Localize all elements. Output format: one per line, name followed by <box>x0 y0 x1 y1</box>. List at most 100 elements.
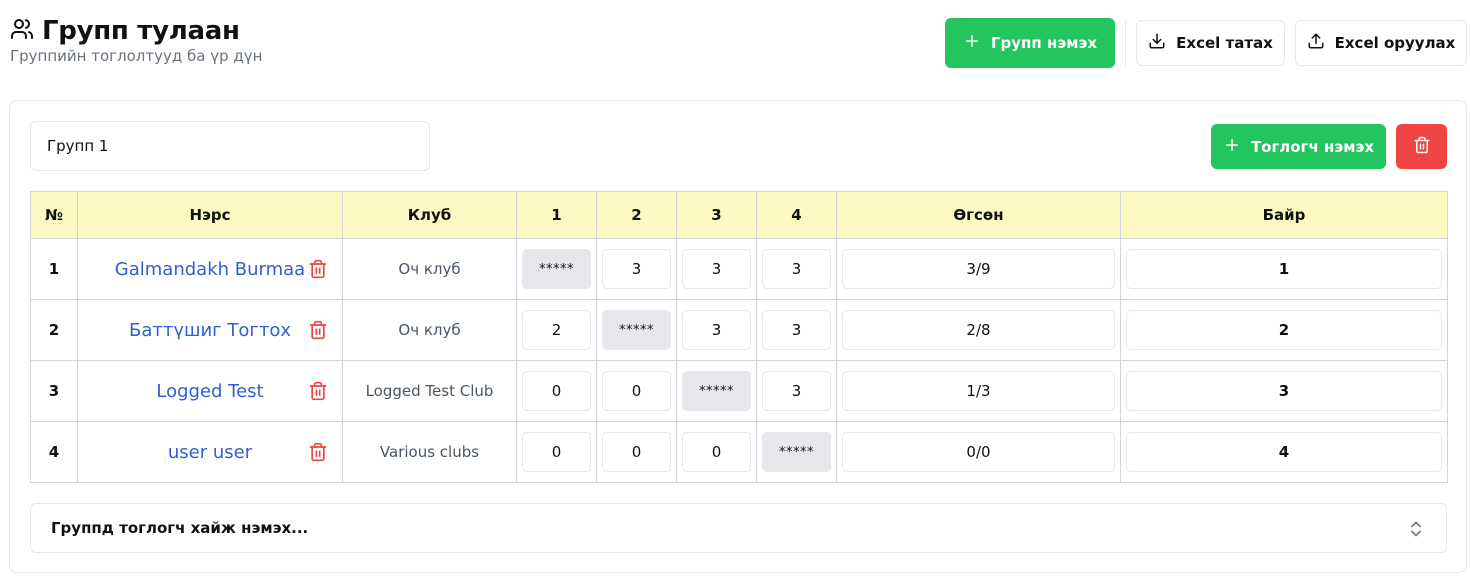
club-cell: Various clubs <box>342 421 517 483</box>
score-input[interactable]: 0 <box>522 371 591 411</box>
player-name-cell: Galmandakh Burmaa <box>77 238 343 300</box>
self-match-cell: ***** <box>682 371 751 411</box>
won-cell: 3/9 <box>836 238 1121 300</box>
add-player-button[interactable]: Тоглогч нэмэх <box>1211 124 1386 169</box>
row-number: 3 <box>30 360 78 422</box>
score-input[interactable]: 0 <box>682 432 751 472</box>
row-number: 4 <box>30 421 78 483</box>
plus-icon <box>963 32 981 54</box>
player-name-link[interactable]: Logged Test <box>156 381 263 402</box>
score-input[interactable]: 3 <box>682 310 751 350</box>
place-value: 3 <box>1126 371 1442 411</box>
add-group-button[interactable]: Групп нэмэх <box>945 18 1115 68</box>
player-name-cell: Logged Test <box>77 360 343 422</box>
table-row: 1 Galmandakh Burmaa Оч клуб ***** 3 3 3 … <box>30 238 1448 300</box>
toolbar-divider <box>1125 20 1126 66</box>
score-input[interactable]: 3 <box>602 249 671 289</box>
score-cell: 0 <box>596 360 677 422</box>
place-cell: 3 <box>1120 360 1448 422</box>
place-cell: 2 <box>1120 299 1448 361</box>
club-cell: Оч клуб <box>342 299 517 361</box>
title-block: Групп тулаан Группийн тоглолтууд ба үр д… <box>10 16 262 65</box>
group-results-table: № Нэрс Клуб 1 2 3 4 Өгсөн Байр 1 Galmand… <box>30 191 1448 483</box>
self-match-cell: ***** <box>522 249 591 289</box>
won-cell: 1/3 <box>836 360 1121 422</box>
place-value: 4 <box>1126 432 1442 472</box>
excel-import-button[interactable]: Excel оруулах <box>1295 20 1467 66</box>
trash-icon[interactable] <box>308 320 328 340</box>
score-cell: 3 <box>676 238 757 300</box>
page-header: Групп тулаан Группийн тоглолтууд ба үр д… <box>0 0 1470 90</box>
player-name-link[interactable]: Баттүшиг Тогтох <box>129 320 291 341</box>
score-cell: 3 <box>756 238 837 300</box>
table-row: 4 user user Various clubs 0 0 0 ***** 0/… <box>30 421 1448 483</box>
score-cell: 3 <box>756 360 837 422</box>
player-name-link[interactable]: Galmandakh Burmaa <box>115 259 305 280</box>
row-number: 2 <box>30 299 78 361</box>
place-value: 1 <box>1126 249 1442 289</box>
trash-icon <box>1413 136 1431 158</box>
col-header-round-3: 3 <box>676 191 757 239</box>
score-input[interactable]: 3 <box>762 310 831 350</box>
download-icon <box>1148 32 1166 54</box>
score-cell: 0 <box>516 421 597 483</box>
add-group-label: Групп нэмэх <box>990 34 1098 52</box>
trash-icon[interactable] <box>308 381 328 401</box>
score-cell: 0 <box>676 421 757 483</box>
col-header-no: № <box>30 191 78 239</box>
score-cell: ***** <box>676 360 757 422</box>
score-cell: 2 <box>516 299 597 361</box>
users-icon <box>10 17 34 46</box>
col-header-won: Өгсөн <box>836 191 1121 239</box>
player-name-cell: user user <box>77 421 343 483</box>
score-cell: 0 <box>596 421 677 483</box>
score-cell: ***** <box>756 421 837 483</box>
won-cell: 0/0 <box>836 421 1121 483</box>
score-cell: 0 <box>516 360 597 422</box>
score-input[interactable]: 3 <box>762 249 831 289</box>
add-player-label: Тоглогч нэмэх <box>1250 137 1375 156</box>
score-input[interactable]: 0 <box>602 432 671 472</box>
score-input[interactable]: 0 <box>522 432 591 472</box>
place-cell: 4 <box>1120 421 1448 483</box>
chevrons-up-down-icon <box>1411 521 1421 537</box>
delete-group-button[interactable] <box>1396 124 1447 169</box>
player-name-cell: Баттүшиг Тогтох <box>77 299 343 361</box>
place-value: 2 <box>1126 310 1442 350</box>
player-search-select[interactable]: Группд тоглогч хайж нэмэх... <box>30 503 1447 553</box>
won-value: 1/3 <box>842 371 1115 411</box>
won-cell: 2/8 <box>836 299 1121 361</box>
score-cell: 3 <box>756 299 837 361</box>
club-cell: Оч клуб <box>342 238 517 300</box>
upload-icon <box>1307 32 1325 54</box>
score-cell: 3 <box>676 299 757 361</box>
score-input[interactable]: 3 <box>762 371 831 411</box>
col-header-round-4: 4 <box>756 191 837 239</box>
excel-import-label: Excel оруулах <box>1334 34 1456 52</box>
group-card: Тоглогч нэмэх № Нэрс Клуб 1 2 3 4 Өгсөн … <box>9 100 1467 573</box>
table-row: 3 Logged Test Logged Test Club 0 0 *****… <box>30 360 1448 422</box>
player-name-link[interactable]: user user <box>168 442 252 463</box>
col-header-place: Байр <box>1120 191 1448 239</box>
won-value: 0/0 <box>842 432 1115 472</box>
col-header-name: Нэрс <box>77 191 343 239</box>
excel-export-label: Excel татах <box>1176 34 1273 52</box>
club-cell: Logged Test Club <box>342 360 517 422</box>
won-value: 3/9 <box>842 249 1115 289</box>
group-name-input[interactable] <box>30 121 430 171</box>
score-input[interactable]: 3 <box>682 249 751 289</box>
score-cell: ***** <box>516 238 597 300</box>
score-input[interactable]: 2 <box>522 310 591 350</box>
trash-icon[interactable] <box>308 442 328 462</box>
score-input[interactable]: 0 <box>602 371 671 411</box>
trash-icon[interactable] <box>308 259 328 279</box>
self-match-cell: ***** <box>602 310 671 350</box>
col-header-club: Клуб <box>342 191 517 239</box>
score-cell: ***** <box>596 299 677 361</box>
col-header-round-2: 2 <box>596 191 677 239</box>
excel-export-button[interactable]: Excel татах <box>1136 20 1285 66</box>
won-value: 2/8 <box>842 310 1115 350</box>
row-number: 1 <box>30 238 78 300</box>
col-header-round-1: 1 <box>516 191 597 239</box>
player-search-placeholder: Группд тоглогч хайж нэмэх... <box>51 519 309 537</box>
